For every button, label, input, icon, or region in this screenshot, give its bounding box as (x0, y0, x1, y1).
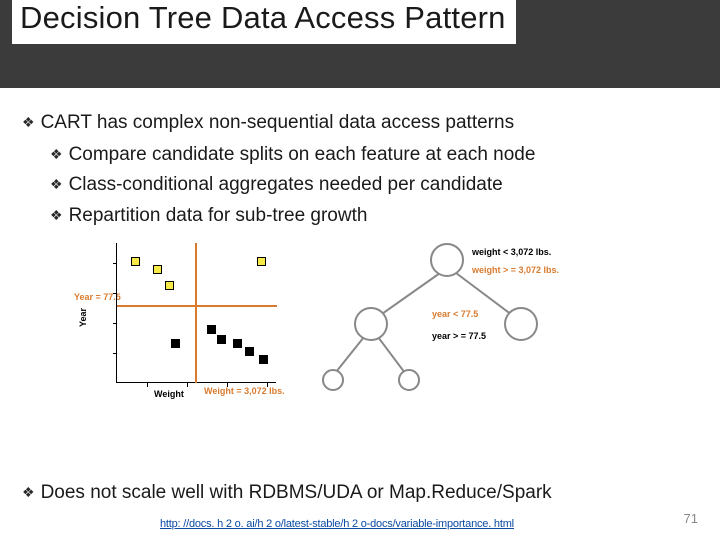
year-split-annotation: Year = 77.5 (74, 293, 121, 303)
tree-node-root (430, 243, 464, 277)
data-point (217, 335, 226, 344)
data-point (245, 347, 254, 356)
bullet-main-1: CART has complex non-sequential data acc… (22, 110, 700, 136)
year-split-line (117, 305, 277, 307)
weight-split-annotation: Weight = 3,072 lbs. (204, 387, 285, 397)
tree-node-right (504, 307, 538, 341)
y-axis-label: Year (78, 308, 88, 327)
source-link[interactable]: http: //docs. h 2 o. ai/h 2 o/latest-sta… (160, 518, 514, 530)
tree-label-mid-left: year < 77.5 (432, 309, 478, 319)
tree-label-root-right: weight > = 3,072 lbs. (472, 265, 559, 275)
slide-header: Decision Tree Data Access Pattern (0, 0, 720, 88)
y-tick (113, 263, 117, 264)
data-point (153, 265, 162, 274)
y-tick (113, 353, 117, 354)
y-tick (113, 293, 117, 294)
tree-leaf-2 (398, 369, 420, 391)
bullet-sub-3: Repartition data for sub-tree growth (50, 203, 700, 229)
slide-title: Decision Tree Data Access Pattern (12, 0, 516, 44)
bullet-sub-2: Class-conditional aggregates needed per … (50, 172, 700, 198)
scatter-plot: Year = 77.5 Year (76, 237, 286, 407)
tree-leaf-1 (322, 369, 344, 391)
data-point (207, 325, 216, 334)
tree-label-mid-right: year > = 77.5 (432, 331, 486, 341)
decision-tree-diagram: weight < 3,072 lbs. weight > = 3,072 lbs… (304, 237, 604, 407)
diagram-row: Year = 77.5 Year (76, 237, 700, 407)
tree-label-root-left: weight < 3,072 lbs. (472, 247, 551, 257)
content-area: CART has complex non-sequential data acc… (0, 88, 720, 407)
bullet-sub-1: Compare candidate splits on each feature… (50, 142, 700, 168)
x-axis-label: Weight (154, 389, 184, 399)
data-point (165, 281, 174, 290)
weight-split-line (195, 243, 197, 383)
x-tick (147, 383, 148, 387)
data-point (257, 257, 266, 266)
page-number: 71 (684, 511, 698, 526)
scatter-axes (116, 243, 276, 383)
x-tick (187, 383, 188, 387)
tree-node-left (354, 307, 388, 341)
data-point (259, 355, 268, 364)
data-point (171, 339, 180, 348)
bullet-main-2: Does not scale well with RDBMS/UDA or Ma… (22, 482, 552, 504)
data-point (233, 339, 242, 348)
y-tick (113, 323, 117, 324)
data-point (131, 257, 140, 266)
